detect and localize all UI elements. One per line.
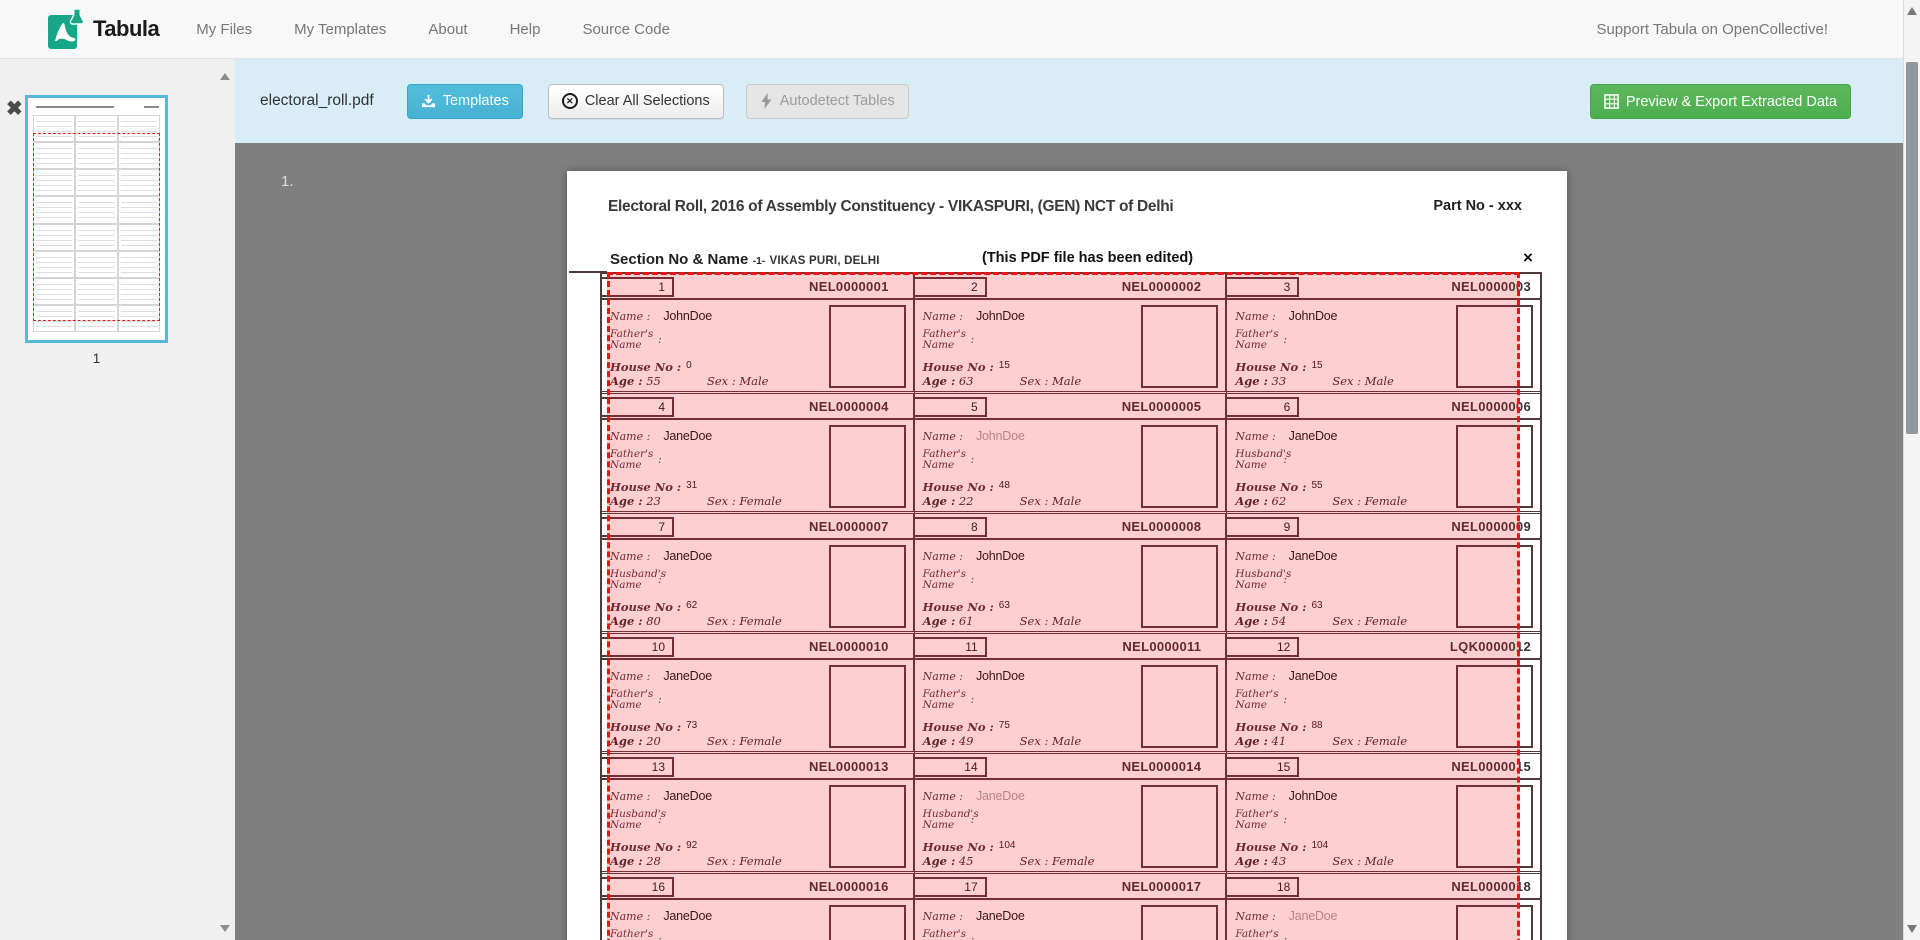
- clear-x-glyph: ✕: [566, 97, 574, 106]
- templates-button[interactable]: Templates: [407, 84, 523, 119]
- scroll-up-icon[interactable]: [220, 73, 230, 80]
- section-label: Section No & Name: [610, 251, 748, 268]
- document-title: Electoral Roll, 2016 of Assembly Constit…: [608, 198, 1173, 216]
- nav-link-my-templates[interactable]: My Templates: [273, 21, 407, 38]
- clear-button-label: Clear All Selections: [585, 93, 710, 109]
- preview-export-button[interactable]: Preview & Export Extracted Data: [1590, 84, 1851, 119]
- nav-link-my-files[interactable]: My Files: [175, 21, 273, 38]
- templates-icon: [421, 94, 436, 109]
- page-number-marker: 1.: [281, 173, 294, 190]
- page-thumbnail-label: 1: [25, 351, 168, 366]
- brand-name: Tabula: [93, 16, 159, 42]
- pages-sidebar: ✖ 1: [0, 59, 235, 940]
- section-header: Section No & Name -1- VIKAS PURI, DELHI: [610, 251, 880, 269]
- nav-link-help[interactable]: Help: [489, 21, 562, 38]
- support-link[interactable]: Support Tabula on OpenCollective!: [1596, 21, 1828, 38]
- section-name: VIKAS PURI, DELHI: [770, 255, 880, 267]
- clear-selections-icon: ✕: [562, 93, 578, 109]
- selection-close-button[interactable]: ×: [1523, 249, 1533, 266]
- table-icon: [1604, 94, 1619, 109]
- document-filename: electoral_roll.pdf: [260, 92, 374, 110]
- export-button-label: Preview & Export Extracted Data: [1626, 94, 1837, 110]
- main-nav: My FilesMy TemplatesAboutHelpSource Code: [175, 21, 691, 38]
- pdf-page: Electoral Roll, 2016 of Assembly Constit…: [567, 171, 1567, 940]
- nav-link-source-code[interactable]: Source Code: [561, 21, 691, 38]
- page-thumbnail[interactable]: [25, 95, 168, 343]
- autodetect-button-label: Autodetect Tables: [780, 93, 895, 109]
- scroll-up-icon[interactable]: [1907, 7, 1917, 15]
- remove-page-button[interactable]: ✖: [6, 99, 23, 119]
- workspace: electoral_roll.pdf Templates ✕ Clear All…: [235, 59, 1920, 940]
- nav-link-about[interactable]: About: [407, 21, 488, 38]
- brand[interactable]: Tabula: [46, 7, 159, 51]
- autodetect-tables-button[interactable]: Autodetect Tables: [746, 84, 909, 119]
- window-scrollbar[interactable]: [1903, 0, 1920, 940]
- app-window: Tabula My FilesMy TemplatesAboutHelpSour…: [0, 0, 1920, 940]
- lightning-icon: [760, 93, 773, 109]
- sidebar-scrollbar[interactable]: [218, 59, 232, 940]
- top-navbar: Tabula My FilesMy TemplatesAboutHelpSour…: [0, 0, 1920, 59]
- tabula-logo-icon: [46, 7, 84, 51]
- templates-button-label: Templates: [443, 93, 509, 109]
- thumbnail-title-line: [36, 106, 114, 108]
- thumbnail-partno-line: [144, 106, 159, 108]
- toolbar: electoral_roll.pdf Templates ✕ Clear All…: [235, 59, 1920, 143]
- part-no: Part No - xxx: [1433, 198, 1522, 214]
- scroll-down-icon[interactable]: [1907, 925, 1917, 933]
- selection-overlay[interactable]: [607, 272, 1520, 940]
- edited-note: (This PDF file has been edited): [982, 250, 1193, 266]
- scrollbar-thumb[interactable]: [1906, 62, 1918, 434]
- section-number: -1-: [753, 256, 765, 267]
- clear-all-selections-button[interactable]: ✕ Clear All Selections: [548, 84, 724, 119]
- scroll-down-icon[interactable]: [220, 925, 230, 932]
- thumbnail-selection-overlay: [33, 133, 160, 321]
- document-viewport[interactable]: 1. Electoral Roll, 2016 of Assembly Cons…: [235, 143, 1920, 940]
